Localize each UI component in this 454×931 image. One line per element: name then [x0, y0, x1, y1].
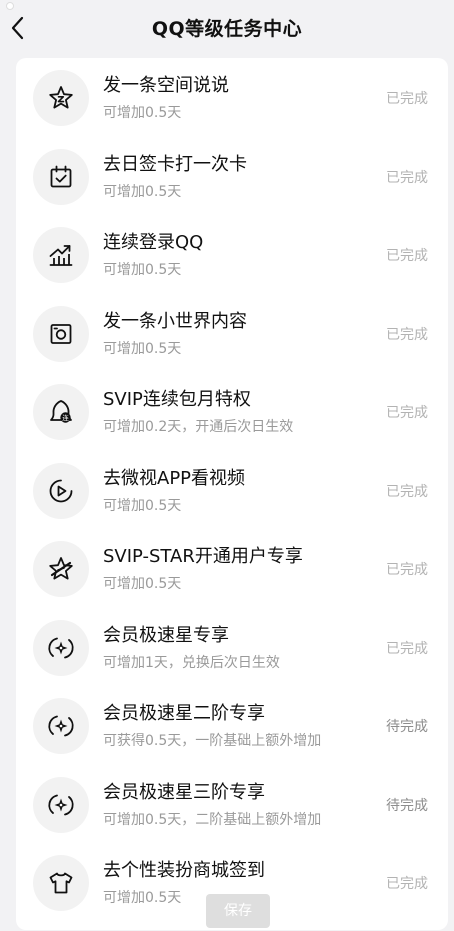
task-item-speed-star-tier2[interactable]: 会员极速星二阶专享 可获得0.5天，一阶基础上额外增加 待完成 — [16, 686, 448, 765]
task-status: 已完成 — [386, 640, 428, 657]
task-status: 已完成 — [386, 91, 428, 107]
task-item-speed-star-tier3[interactable]: 会员极速星三阶专享 可增加0.5天，二阶基础上额外增加 待完成 — [16, 765, 448, 844]
task-subtitle: 可增加1天，兑换后次日生效 — [103, 654, 280, 671]
task-title: 去个性装扮商城签到 — [103, 860, 265, 881]
task-item-daily-checkin[interactable]: 去日签卡打一次卡 可增加0.5天 已完成 — [16, 137, 448, 216]
task-status: 已完成 — [386, 326, 428, 343]
task-title: SVIP连续包月特权 — [103, 389, 251, 410]
task-status: 待完成 — [386, 797, 428, 814]
task-subtitle: 可增加0.2天，开通后次日生效 — [103, 419, 294, 435]
task-subtitle: 可增加0.5天，二阶基础上额外增加 — [103, 811, 322, 828]
task-icon-wrap — [33, 148, 89, 205]
task-subtitle: 可增加0.5天 — [103, 890, 182, 906]
compass-icon — [48, 637, 74, 658]
task-item-svip-monthly[interactable]: 连 SVIP连续包月特权 可增加0.2天，开通后次日生效 已完成 — [16, 372, 448, 451]
svip-bell-icon: 连 — [50, 400, 72, 423]
task-icon-wrap — [33, 70, 89, 126]
star-z-icon — [49, 86, 73, 109]
task-status: 待完成 — [386, 719, 428, 735]
task-icon-wrap — [33, 462, 89, 519]
task-subtitle: 可增加0.5天 — [103, 262, 182, 278]
task-item-weishi-video[interactable]: 去微视APP看视频 可增加0.5天 已完成 — [16, 451, 448, 530]
task-status: 已完成 — [386, 248, 428, 264]
compass-icon — [48, 715, 74, 737]
task-icon-wrap — [33, 776, 89, 833]
task-icon-wrap — [33, 541, 89, 597]
task-subtitle: 可增加0.5天 — [103, 576, 182, 592]
task-item-speed-star[interactable]: 会员极速星专享 可增加1天，兑换后次日生效 已完成 — [16, 608, 448, 687]
task-icon-wrap — [33, 855, 89, 911]
task-list: 发一条空间说说 可增加0.5天 已完成 去日签卡打一次卡 可增加0.5天 已完成 — [16, 58, 448, 930]
task-title: 去微视APP看视频 — [103, 467, 246, 489]
star-badge-icon — [49, 557, 73, 580]
task-title: 发一条小世界内容 — [103, 310, 247, 332]
task-item-consecutive-login[interactable]: 连续登录QQ 可增加0.5天 已完成 — [16, 215, 448, 294]
task-icon-wrap — [33, 619, 89, 676]
task-subtitle: 可增加0.5天 — [103, 497, 182, 514]
task-status: 已完成 — [386, 876, 428, 892]
task-subtitle: 可增加0.5天 — [103, 340, 182, 357]
task-title: 连续登录QQ — [103, 232, 204, 253]
task-status: 已完成 — [386, 405, 428, 421]
nav-bar: QQ等级任务中心 — [0, 0, 454, 56]
task-item-post-mood[interactable]: 发一条空间说说 可增加0.5天 已完成 — [16, 58, 448, 137]
task-icon-wrap — [33, 227, 89, 283]
task-title: 会员极速星三阶专享 — [103, 781, 265, 803]
camera-square-icon — [50, 323, 72, 344]
task-status: 已完成 — [386, 169, 428, 186]
play-circle-icon — [49, 479, 73, 502]
task-title: 去日签卡打一次卡 — [103, 153, 247, 175]
save-button[interactable]: 保存 — [206, 894, 270, 928]
svg-text:连: 连 — [62, 413, 69, 422]
task-icon-wrap — [33, 698, 89, 754]
task-subtitle: 可获得0.5天，一阶基础上额外增加 — [103, 733, 322, 749]
task-status: 已完成 — [386, 483, 428, 500]
task-icon-wrap: 连 — [33, 384, 89, 440]
task-status: 已完成 — [386, 562, 428, 578]
task-title: 会员极速星二阶专享 — [103, 703, 265, 724]
tshirt-icon — [49, 872, 73, 894]
calendar-check-icon — [50, 165, 72, 187]
task-item-svip-star[interactable]: SVIP-STAR开通用户专享 可增加0.5天 已完成 — [16, 529, 448, 608]
task-icon-wrap — [33, 305, 89, 362]
task-title: 会员极速星专享 — [103, 624, 229, 646]
compass-icon — [48, 794, 74, 815]
task-subtitle: 可增加0.5天 — [103, 183, 182, 200]
task-title: 发一条空间说说 — [103, 75, 229, 96]
page-title: QQ等级任务中心 — [151, 18, 303, 40]
task-subtitle: 可增加0.5天 — [103, 105, 182, 121]
task-item-small-world-post[interactable]: 发一条小世界内容 可增加0.5天 已完成 — [16, 294, 448, 373]
task-title: SVIP-STAR开通用户专享 — [103, 546, 303, 567]
trend-chart-icon — [49, 245, 73, 266]
